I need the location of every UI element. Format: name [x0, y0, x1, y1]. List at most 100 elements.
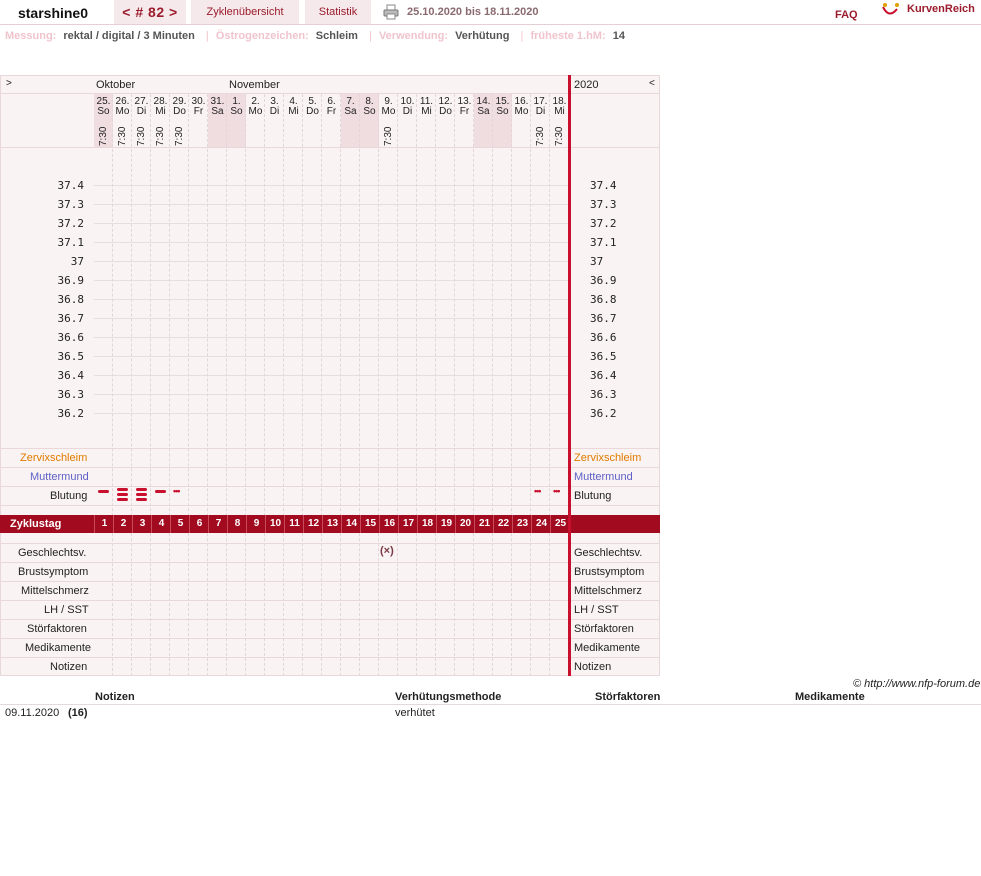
- temp-axis-label: 37.2: [57, 217, 85, 230]
- cycle-day-number: 13: [322, 515, 342, 533]
- measurement-time: 7:30: [155, 126, 166, 146]
- day-name: Di: [269, 106, 280, 117]
- row-divider: [0, 657, 660, 658]
- measurement-time: 7:30: [383, 126, 394, 146]
- table-divider: [0, 704, 981, 705]
- cycle-day-number: 9: [246, 515, 266, 533]
- temp-axis-label: 36.4: [57, 369, 85, 382]
- temp-axis-label: 36.2: [57, 407, 85, 420]
- chart-next-arrow[interactable]: <: [649, 78, 655, 89]
- temp-axis-label: 36.5: [57, 350, 85, 363]
- date-range: 25.10.2020 bis 18.11.2020: [407, 6, 539, 18]
- cycle-day-number: 12: [303, 515, 323, 533]
- temp-axis-label: 37.1: [57, 236, 85, 249]
- temp-axis-label-right: 37.2: [590, 217, 617, 230]
- row-divider: [0, 505, 660, 506]
- temp-axis-label-right: 36.3: [590, 388, 617, 401]
- temp-gridline: [94, 356, 569, 357]
- row-label-lh: LH / SST: [44, 604, 89, 616]
- separator: |: [369, 30, 372, 42]
- day-column-line: [283, 94, 285, 676]
- temp-axis-label-right: 36.2: [590, 407, 617, 420]
- today-marker: [568, 75, 571, 676]
- temp-gridline: [94, 185, 569, 186]
- day-name: Fr: [193, 106, 204, 117]
- chart-year: 2020: [574, 79, 599, 91]
- day-column-line: [454, 94, 456, 676]
- copyright: © http://www.nfp-forum.de: [853, 678, 981, 690]
- temp-axis-label: 37.3: [57, 198, 85, 211]
- day-column-line: [435, 94, 437, 676]
- temp-axis-label-right: 37.3: [590, 198, 617, 211]
- measurement-time: 7:30: [554, 126, 565, 146]
- day-column-line: [416, 94, 418, 676]
- bleeding-marker: [136, 488, 147, 491]
- row-label-cervical-mucus-right: Zervixschleim: [574, 452, 642, 464]
- note-date: 09.11.2020: [5, 707, 60, 719]
- estrogen-label: Östrogenzeichen:: [215, 30, 309, 42]
- spotting-marker: •••: [553, 486, 561, 496]
- chart-prev-arrow[interactable]: >: [6, 78, 12, 89]
- spotting-marker: •••: [173, 486, 181, 496]
- day-name: Sa: [477, 106, 490, 117]
- disturbances-column-header: Störfaktoren: [595, 691, 661, 703]
- temp-axis-label-right: 36.7: [590, 312, 617, 325]
- day-column-line: [245, 94, 247, 676]
- day-column-line: [207, 94, 209, 676]
- day-name: Fr: [459, 106, 470, 117]
- row-divider: [0, 619, 660, 620]
- spotting-marker: •••: [534, 486, 542, 496]
- temp-axis-label: 37.4: [57, 179, 85, 192]
- estrogen-value: Schleim: [315, 30, 358, 42]
- temp-axis-label: 36.3: [57, 388, 85, 401]
- bleeding-marker: [136, 498, 147, 501]
- cycle-overview-tab[interactable]: Zyklenübersicht: [191, 0, 299, 24]
- bleeding-marker: [136, 493, 147, 496]
- day-column-line: [378, 94, 380, 676]
- row-label-intercourse-right: Geschlechtsv.: [574, 547, 643, 559]
- row-label-bleeding: Blutung: [50, 490, 88, 502]
- row-divider: [0, 543, 660, 544]
- row-label-disturbances: Störfaktoren: [27, 623, 87, 635]
- row-label-cervix: Muttermund: [30, 471, 89, 483]
- cycle-day-number: 10: [265, 515, 285, 533]
- row-divider: [0, 467, 660, 468]
- day-name: Do: [173, 106, 186, 117]
- day-column-line: [150, 94, 152, 676]
- measurement-time: 7:30: [174, 126, 185, 146]
- measurement-time: 7:30: [117, 126, 128, 146]
- faq-link[interactable]: FAQ: [835, 3, 858, 25]
- measurement-time: 7:30: [136, 126, 147, 146]
- day-name: So: [496, 106, 509, 117]
- measurement-value: rektal / digital / 3 Minuten: [63, 30, 195, 42]
- cycle-nav-button[interactable]: < # 82 >: [114, 0, 186, 24]
- row-label-cycle-day: Zyklustag: [10, 518, 62, 530]
- day-name: Mi: [155, 106, 166, 117]
- month-october: Oktober: [96, 79, 136, 91]
- temp-axis-label: 36.8: [57, 293, 85, 306]
- logo-text: KurvenReich: [907, 3, 975, 15]
- cycle-day-number: 5: [170, 515, 190, 533]
- print-icon[interactable]: [383, 4, 399, 20]
- method-column-header: Verhütungsmethode: [395, 691, 502, 703]
- measurement-time: 7:30: [535, 126, 546, 146]
- bleeding-marker: [117, 488, 128, 491]
- temp-axis-label: 36.7: [57, 312, 85, 325]
- temp-gridline: [94, 413, 569, 414]
- bleeding-marker: [155, 490, 166, 493]
- cycle-day-number: 2: [113, 515, 133, 533]
- row-label-disturbances-right: Störfaktoren: [574, 623, 634, 635]
- day-name: Do: [306, 106, 319, 117]
- temp-gridline: [94, 261, 569, 262]
- day-column-line: [340, 94, 342, 676]
- temp-axis-label: 36.9: [57, 274, 85, 287]
- day-name: Do: [439, 106, 452, 117]
- statistics-tab[interactable]: Statistik: [305, 0, 371, 24]
- cycle-day-number: 8: [227, 515, 247, 533]
- row-divider: [0, 562, 660, 563]
- row-label-breast: Brustsymptom: [18, 566, 89, 578]
- row-label-midpain-right: Mittelschmerz: [574, 585, 642, 597]
- day-column-line: [302, 94, 304, 676]
- day-name: Mo: [514, 106, 529, 117]
- temp-axis-label-right: 37.1: [590, 236, 617, 249]
